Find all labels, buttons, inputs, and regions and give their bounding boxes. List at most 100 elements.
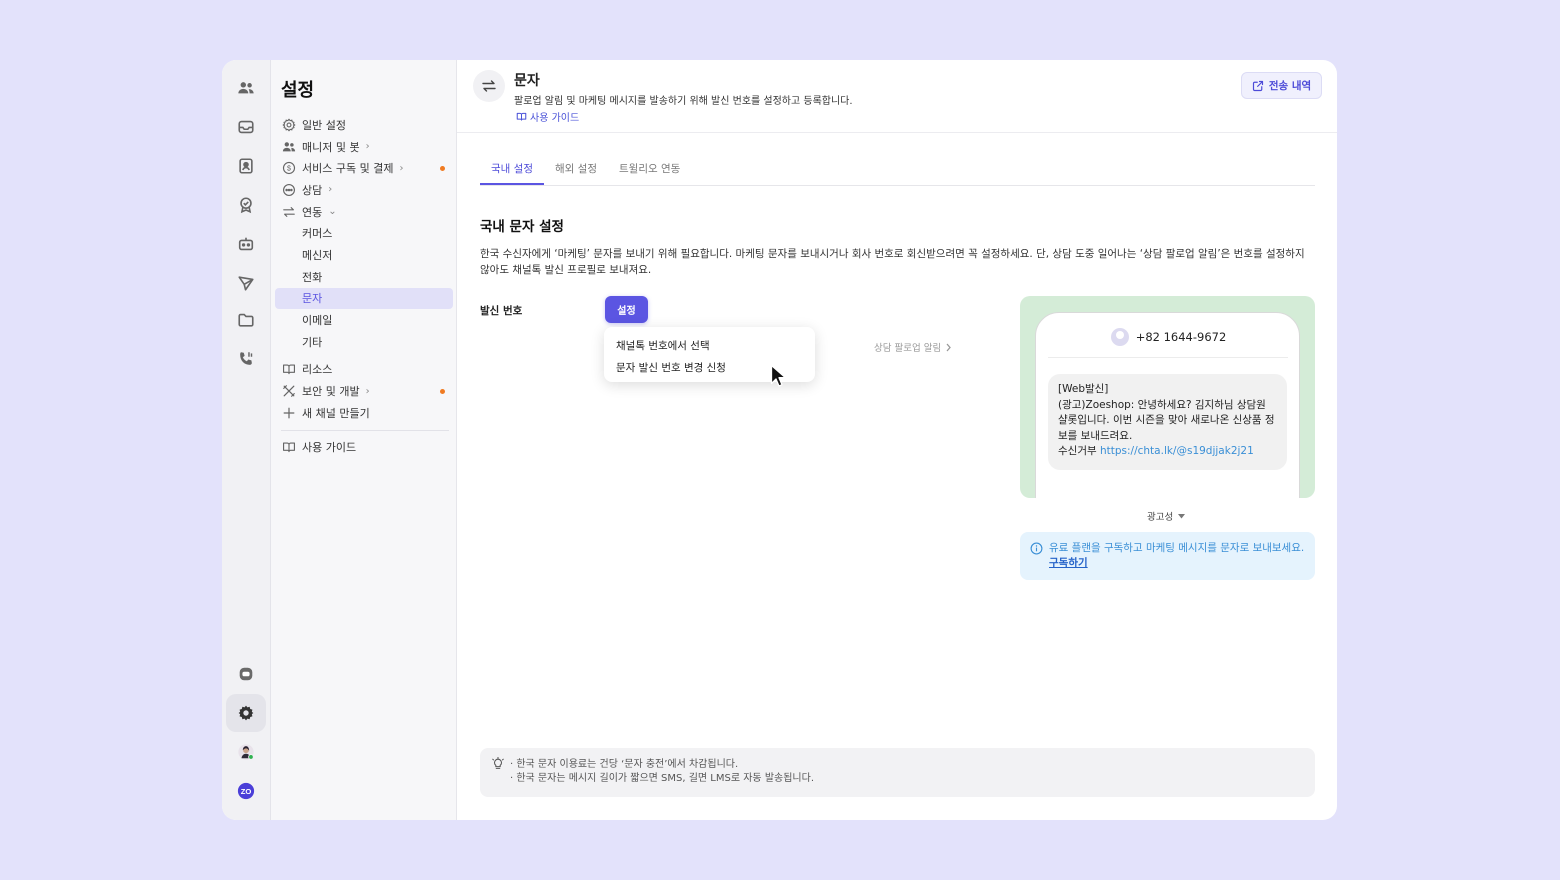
- arrows-exchange-icon: [281, 204, 296, 219]
- send-history-label: 전송 내역: [1268, 80, 1312, 92]
- divider: [281, 429, 449, 431]
- divider: [1048, 357, 1288, 358]
- sidebar-item-resources[interactable]: 리소스: [275, 359, 453, 381]
- inbox-icon[interactable]: [226, 108, 266, 146]
- info-text: 유료 플랜을 구독하고 마케팅 메시지를 문자로 보내보세요.: [1049, 542, 1305, 554]
- optout-label: 수신거부: [1058, 445, 1097, 457]
- chevron-right-icon: ›: [365, 141, 370, 153]
- tab-overseas[interactable]: 해외 설정: [555, 161, 597, 176]
- settings-nav: 일반 설정 매니저 및 봇 › $ 서비스 구독 및 결제 › 상담 › 연동: [275, 114, 453, 458]
- message-preview: +82 1644-9672 [Web발신] (광고)Zoeshop: 안녕하세요…: [1020, 296, 1315, 498]
- sidebar-item-label: 일반 설정: [302, 118, 346, 132]
- chat-bubble-icon[interactable]: [226, 655, 266, 693]
- folder-icon[interactable]: [226, 301, 266, 339]
- sidebar-item-label: 사용 가이드: [302, 441, 357, 455]
- sidebar-item-label: 메신저: [302, 248, 333, 262]
- active-tab-indicator: [480, 183, 544, 185]
- optout-line: 수신거부 https://chta.lk/@s19djjak2j21: [1058, 444, 1277, 460]
- chevron-right-icon: ›: [365, 385, 370, 397]
- menu-item-select-channel-number[interactable]: 채널톡 번호에서 선택: [604, 334, 815, 356]
- sidebar-title: 설정: [281, 80, 315, 101]
- tip-box: · 한국 문자 이용료는 건당 ‘문자 충전’에서 차감됩니다. · 한국 문자…: [480, 748, 1315, 797]
- sidebar-item-general[interactable]: 일반 설정: [275, 114, 453, 136]
- sidebar-item-security[interactable]: 보안 및 개발 ›: [275, 380, 453, 402]
- contact-avatar: [1110, 328, 1129, 346]
- users-icon: [281, 139, 296, 154]
- sidebar-item-new-channel[interactable]: 새 채널 만들기: [275, 402, 453, 424]
- page-title: 문자: [514, 73, 540, 89]
- followup-alert-link[interactable]: 상담 팔로업 알림: [874, 340, 952, 354]
- tab-twilio[interactable]: 트윌리오 연동: [619, 161, 680, 176]
- contacts-icon[interactable]: [226, 147, 266, 185]
- preview-phone-number: +82 1644-9672: [1135, 330, 1227, 344]
- optout-link[interactable]: https://chta.lk/@s19djjak2j21: [1100, 445, 1254, 457]
- gear-icon[interactable]: [226, 694, 266, 732]
- sender-number-label: 발신 번호: [480, 305, 523, 317]
- set-sender-button[interactable]: 설정: [605, 296, 648, 323]
- section-description: 한국 수신자에게 ‘마케팅’ 문자를 보내기 위해 필요합니다. 마케팅 문자를…: [480, 248, 1305, 276]
- book-icon: [516, 112, 527, 121]
- chevron-down-icon: ⌄: [328, 206, 337, 218]
- users-icon[interactable]: [226, 69, 266, 107]
- message-line: (광고)Zoeshop: 안녕하세요? 김지하님 상담원 샬롯입니다. 이번 시…: [1058, 398, 1275, 442]
- lightbulb-icon: [492, 757, 504, 769]
- book-icon: [281, 362, 296, 377]
- message-bubble: [Web발신] (광고)Zoeshop: 안녕하세요? 김지하님 상담원 샬롯입…: [1048, 374, 1287, 470]
- guide-link-label: 사용 가이드: [530, 113, 580, 124]
- notification-dot: [440, 166, 445, 172]
- section-title: 국내 문자 설정: [480, 219, 564, 235]
- tip-list: · 한국 문자 이용료는 건당 ‘문자 충전’에서 차감됩니다. · 한국 문자…: [510, 758, 814, 786]
- plus-icon: [281, 405, 296, 420]
- sidebar-item-messenger[interactable]: 메신저: [275, 244, 453, 266]
- chevron-right-icon: [946, 343, 952, 351]
- sidebar-item-label: 리소스: [302, 363, 333, 377]
- svg-text:$: $: [287, 166, 291, 173]
- sidebar-item-email[interactable]: 이메일: [275, 309, 453, 331]
- user-avatar[interactable]: [226, 733, 266, 771]
- ad-type-select[interactable]: 광고성: [1147, 509, 1186, 523]
- sidebar-item-consult[interactable]: 상담 ›: [275, 179, 453, 201]
- tip-line: · 한국 문자는 메시지 길이가 짧으면 SMS, 길면 LMS로 자동 발송됩…: [510, 773, 814, 784]
- sidebar-item-commerce[interactable]: 커머스: [275, 222, 453, 244]
- sidebar-item-label: 커머스: [302, 227, 333, 241]
- sidebar-item-label: 새 채널 만들기: [302, 406, 370, 420]
- followup-alert-label: 상담 팔로업 알림: [874, 343, 942, 354]
- arrows-exchange-icon: [473, 70, 505, 102]
- main-content: 문자 팔로업 알림 및 마케팅 메시지를 발송하기 위해 발신 번호를 설정하고…: [457, 60, 1337, 820]
- sidebar-item-label: 기타: [302, 335, 323, 349]
- external-link-icon: [1252, 80, 1263, 91]
- gear-icon: [281, 117, 296, 132]
- page-description: 팔로업 알림 및 마케팅 메시지를 발송하기 위해 발신 번호를 설정하고 등록…: [514, 96, 853, 107]
- app-window: ZO 설정 일반 설정 매니저 및 봇 › $ 서비스 구독 및 결제 › 상담…: [222, 60, 1337, 820]
- chevron-right-icon: ›: [399, 162, 404, 174]
- subscribe-link[interactable]: 구독하기: [1049, 557, 1088, 569]
- dollar-icon: $: [281, 161, 296, 176]
- zo-logo[interactable]: ZO: [226, 772, 266, 810]
- sidebar-item-sms[interactable]: 문자: [275, 287, 453, 310]
- guide-link[interactable]: 사용 가이드: [516, 109, 579, 124]
- sidebar-item-integrations[interactable]: 연동 ⌄: [275, 201, 453, 223]
- book-icon: [281, 440, 296, 455]
- send-history-button[interactable]: 전송 내역: [1241, 72, 1322, 99]
- tab-domestic[interactable]: 국내 설정: [491, 161, 533, 176]
- sidebar-item-label: 보안 및 개발: [302, 385, 360, 399]
- sidebar-item-phone[interactable]: 전화: [275, 266, 453, 288]
- notification-dot: [440, 389, 445, 395]
- bot-icon[interactable]: [226, 225, 266, 263]
- sidebar-item-label: 이메일: [302, 314, 333, 328]
- sidebar-item-etc[interactable]: 기타: [275, 331, 453, 353]
- sidebar-item-billing[interactable]: $ 서비스 구독 및 결제 ›: [275, 157, 453, 179]
- sidebar-item-managers[interactable]: 매니저 및 봇 ›: [275, 136, 453, 158]
- sidebar-item-label: 상담: [302, 183, 323, 197]
- sidebar-item-label: 매니저 및 봇: [302, 140, 360, 154]
- sidebar-item-label: 문자: [302, 292, 323, 306]
- chat-icon: [281, 182, 296, 197]
- svg-text:ZO: ZO: [241, 787, 252, 796]
- info-icon: [1030, 542, 1043, 555]
- phone-mockup: +82 1644-9672 [Web발신] (광고)Zoeshop: 안녕하세요…: [1035, 312, 1300, 498]
- sidebar-item-guide[interactable]: 사용 가이드: [275, 437, 453, 459]
- phone-call-icon[interactable]: [226, 340, 266, 378]
- badge-icon[interactable]: [226, 186, 266, 224]
- send-icon[interactable]: [226, 264, 266, 302]
